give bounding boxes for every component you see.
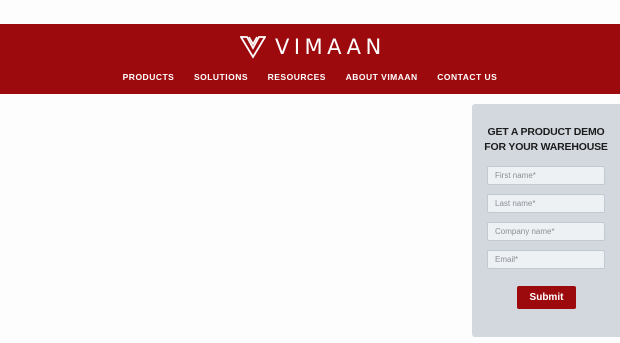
submit-button[interactable]: Submit [517, 286, 576, 309]
site-header: VIMAAN PRODUCTS SOLUTIONS RESOURCES ABOU… [0, 24, 620, 94]
nav-item-products[interactable]: PRODUCTS [123, 70, 175, 84]
email-field[interactable] [487, 250, 605, 269]
demo-form-title: GET A PRODUCT DEMO FOR YOUR WAREHOUSE [472, 125, 620, 155]
demo-title-line-1: GET A PRODUCT DEMO [487, 126, 605, 138]
company-name-field[interactable] [487, 222, 605, 241]
brand-name: VIMAAN [275, 35, 386, 59]
top-strip [0, 0, 620, 24]
nav-item-resources[interactable]: RESOURCES [268, 70, 326, 84]
brand-logo[interactable]: VIMAAN [240, 34, 386, 60]
nav-item-solutions[interactable]: SOLUTIONS [194, 70, 248, 84]
main-nav: PRODUCTS SOLUTIONS RESOURCES ABOUT VIMAA… [0, 70, 620, 84]
first-name-field[interactable] [487, 166, 605, 185]
nav-item-about[interactable]: ABOUT VIMAAN [346, 70, 418, 84]
vimaan-v-logo-icon [240, 36, 266, 59]
demo-request-panel: GET A PRODUCT DEMO FOR YOUR WAREHOUSE Su… [472, 104, 620, 337]
demo-title-line-2: FOR YOUR WAREHOUSE [484, 141, 608, 153]
nav-item-contact[interactable]: CONTACT US [437, 70, 497, 84]
page: VIMAAN PRODUCTS SOLUTIONS RESOURCES ABOU… [0, 0, 620, 343]
last-name-field[interactable] [487, 194, 605, 213]
